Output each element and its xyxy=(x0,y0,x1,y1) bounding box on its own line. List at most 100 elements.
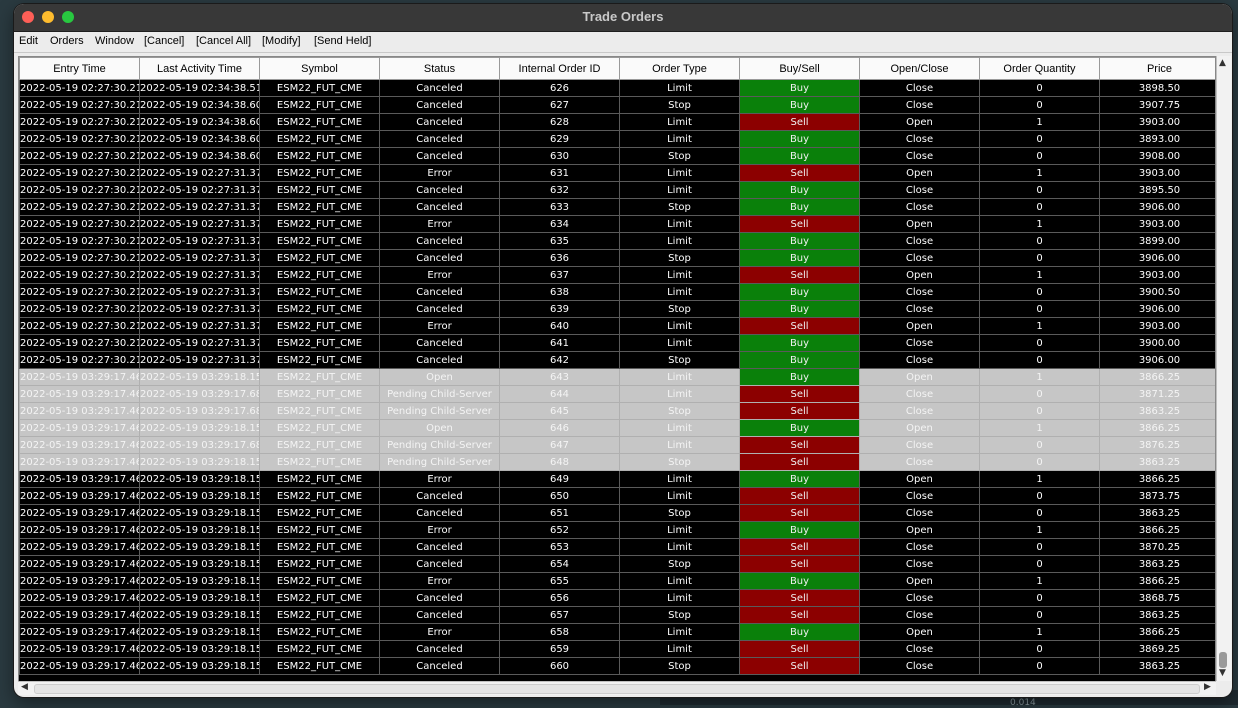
cell-price: 3866.25 xyxy=(1099,368,1215,386)
cell-last-activity-time: 2022-05-19 03:29:18.153 xyxy=(139,419,260,437)
table-row[interactable]: 2022-05-19 02:27:30.215 2022-05-19 02:27:… xyxy=(19,283,1215,301)
table-row[interactable]: 2022-05-19 02:27:30.214 2022-05-19 02:34:… xyxy=(19,79,1215,97)
cell-open-close: Close xyxy=(859,249,980,267)
cell-order-type: Limit xyxy=(619,266,740,284)
cell-order-type: Limit xyxy=(619,538,740,556)
table-row[interactable]: 2022-05-19 03:29:17.460 2022-05-19 03:29:… xyxy=(19,453,1215,471)
cell-order-quantity: 0 xyxy=(979,589,1100,607)
scroll-down-arrow-icon[interactable]: ▼ xyxy=(1219,668,1226,678)
column-header-buy-sell[interactable]: Buy/Sell xyxy=(739,57,860,80)
cell-order-quantity: 0 xyxy=(979,300,1100,318)
menu-window[interactable]: Window xyxy=(95,35,134,47)
cell-entry-time: 2022-05-19 03:29:17.460 xyxy=(19,419,140,437)
horizontal-scrollbar[interactable]: ◀ ▶ xyxy=(18,681,1216,695)
cell-order-type: Limit xyxy=(619,283,740,301)
title-bar[interactable]: Trade Orders xyxy=(14,4,1232,32)
column-header-order-type[interactable]: Order Type xyxy=(619,57,740,80)
cell-order-type: Limit xyxy=(619,640,740,658)
column-header-internal-order-id[interactable]: Internal Order ID xyxy=(499,57,620,80)
table-row[interactable]: 2022-05-19 03:29:17.461 2022-05-19 03:29:… xyxy=(19,487,1215,505)
menu-modify[interactable]: [Modify] xyxy=(262,35,301,47)
cell-price: 3906.00 xyxy=(1099,351,1215,369)
cell-order-type: Limit xyxy=(619,181,740,199)
cell-price: 3863.25 xyxy=(1099,402,1215,420)
table-row[interactable]: 2022-05-19 02:27:30.215 2022-05-19 02:27:… xyxy=(19,351,1215,369)
table-row[interactable]: 2022-05-19 03:29:17.461 2022-05-19 03:29:… xyxy=(19,555,1215,573)
table-row[interactable]: 2022-05-19 02:27:30.215 2022-05-19 02:27:… xyxy=(19,266,1215,284)
scroll-left-arrow-icon[interactable]: ◀ xyxy=(21,682,28,692)
table-row[interactable]: 2022-05-19 03:29:17.460 2022-05-19 03:29:… xyxy=(19,368,1215,386)
cell-status: Error xyxy=(379,572,500,590)
cell-price: 3908.00 xyxy=(1099,147,1215,165)
table-row[interactable]: 2022-05-19 02:27:30.214 2022-05-19 02:27:… xyxy=(19,198,1215,216)
table-row[interactable]: 2022-05-19 02:27:30.214 2022-05-19 02:27:… xyxy=(19,215,1215,233)
table-row[interactable]: 2022-05-19 03:29:17.460 2022-05-19 03:29:… xyxy=(19,385,1215,403)
table-row[interactable]: 2022-05-19 02:27:30.214 2022-05-19 02:34:… xyxy=(19,96,1215,114)
column-header-open-close[interactable]: Open/Close xyxy=(859,57,980,80)
table-row[interactable]: 2022-05-19 03:29:17.461 2022-05-19 03:29:… xyxy=(19,606,1215,624)
table-row[interactable]: 2022-05-19 03:29:17.461 2022-05-19 03:29:… xyxy=(19,470,1215,488)
table-row[interactable]: 2022-05-19 03:29:17.461 2022-05-19 03:29:… xyxy=(19,538,1215,556)
table-row[interactable]: 2022-05-19 02:27:30.214 2022-05-19 02:34:… xyxy=(19,147,1215,165)
cell-symbol: ESM22_FUT_CME xyxy=(259,487,380,505)
cell-order-type: Stop xyxy=(619,555,740,573)
table-row[interactable]: 2022-05-19 03:29:17.460 2022-05-19 03:29:… xyxy=(19,419,1215,437)
table-row[interactable]: 2022-05-19 03:29:17.461 2022-05-19 03:29:… xyxy=(19,572,1215,590)
table-row[interactable]: 2022-05-19 02:27:30.214 2022-05-19 02:34:… xyxy=(19,130,1215,148)
table-row[interactable]: 2022-05-19 02:27:30.214 2022-05-19 02:34:… xyxy=(19,113,1215,131)
column-header-last-activity-time[interactable]: Last Activity Time xyxy=(139,57,260,80)
column-header-order-quantity[interactable]: Order Quantity xyxy=(979,57,1100,80)
column-header-status[interactable]: Status xyxy=(379,57,500,80)
table-row[interactable]: 2022-05-19 03:29:17.461 2022-05-19 03:29:… xyxy=(19,640,1215,658)
cell-buy-sell: Buy xyxy=(739,198,860,216)
cell-price: 3898.50 xyxy=(1099,79,1215,97)
scroll-right-arrow-icon[interactable]: ▶ xyxy=(1204,682,1211,692)
cell-last-activity-time: 2022-05-19 03:29:18.155 xyxy=(139,640,260,658)
cell-internal-order-id: 636 xyxy=(499,249,620,267)
table-row[interactable]: 2022-05-19 03:29:17.460 2022-05-19 03:29:… xyxy=(19,436,1215,454)
menu-cancel[interactable]: [Cancel] xyxy=(144,35,184,47)
cell-open-close: Close xyxy=(859,130,980,148)
table-row[interactable]: 2022-05-19 03:29:17.461 2022-05-19 03:29:… xyxy=(19,589,1215,607)
cell-last-activity-time: 2022-05-19 03:29:18.155 xyxy=(139,657,260,675)
table-row[interactable]: 2022-05-19 02:27:30.215 2022-05-19 02:27:… xyxy=(19,232,1215,250)
table-row[interactable]: 2022-05-19 03:29:17.461 2022-05-19 03:29:… xyxy=(19,521,1215,539)
column-header-symbol[interactable]: Symbol xyxy=(259,57,380,80)
cell-price: 3903.00 xyxy=(1099,113,1215,131)
cell-entry-time: 2022-05-19 02:27:30.215 xyxy=(19,300,140,318)
cell-buy-sell: Sell xyxy=(739,453,860,471)
menu-edit[interactable]: Edit xyxy=(19,35,38,47)
column-header-entry-time[interactable]: Entry Time xyxy=(19,57,140,80)
table-row[interactable]: 2022-05-19 02:27:30.214 2022-05-19 02:27:… xyxy=(19,164,1215,182)
table-row[interactable]: 2022-05-19 03:29:17.461 2022-05-19 03:29:… xyxy=(19,504,1215,522)
table-row[interactable]: 2022-05-19 02:27:30.215 2022-05-19 02:27:… xyxy=(19,300,1215,318)
cell-open-close: Open xyxy=(859,266,980,284)
cell-status: Open xyxy=(379,419,500,437)
table-row[interactable]: 2022-05-19 02:27:30.215 2022-05-19 02:27:… xyxy=(19,334,1215,352)
cell-entry-time: 2022-05-19 03:29:17.461 xyxy=(19,470,140,488)
cell-entry-time: 2022-05-19 03:29:17.461 xyxy=(19,623,140,641)
cell-buy-sell: Buy xyxy=(739,334,860,352)
cell-order-type: Limit xyxy=(619,215,740,233)
cell-open-close: Open xyxy=(859,572,980,590)
table-row[interactable]: 2022-05-19 03:29:17.461 2022-05-19 03:29:… xyxy=(19,657,1215,675)
cell-open-close: Close xyxy=(859,402,980,420)
table-row[interactable]: 2022-05-19 02:27:30.215 2022-05-19 02:27:… xyxy=(19,249,1215,267)
menu-cancel-all[interactable]: [Cancel All] xyxy=(196,35,251,47)
menu-send-held[interactable]: [Send Held] xyxy=(314,35,371,47)
cell-internal-order-id: 660 xyxy=(499,657,620,675)
menu-bar: Edit Orders Window [Cancel] [Cancel All]… xyxy=(14,32,1232,53)
column-header-price[interactable]: Price xyxy=(1099,57,1215,80)
table-row[interactable]: 2022-05-19 03:29:17.460 2022-05-19 03:29:… xyxy=(19,402,1215,420)
table-row[interactable]: 2022-05-19 03:29:17.461 2022-05-19 03:29:… xyxy=(19,623,1215,641)
table-row[interactable]: 2022-05-19 02:27:30.215 2022-05-19 02:27:… xyxy=(19,317,1215,335)
cell-internal-order-id: 646 xyxy=(499,419,620,437)
scroll-up-arrow-icon[interactable]: ▲ xyxy=(1219,58,1226,68)
table-row[interactable]: 2022-05-19 02:27:30.214 2022-05-19 02:27:… xyxy=(19,181,1215,199)
horizontal-scroll-thumb[interactable] xyxy=(34,684,1200,694)
menu-orders[interactable]: Orders xyxy=(50,35,84,47)
cell-status: Canceled xyxy=(379,232,500,250)
vertical-scroll-thumb[interactable] xyxy=(1219,652,1227,668)
cell-order-quantity: 1 xyxy=(979,470,1100,488)
vertical-scrollbar[interactable]: ▲ ▼ xyxy=(1216,56,1231,681)
